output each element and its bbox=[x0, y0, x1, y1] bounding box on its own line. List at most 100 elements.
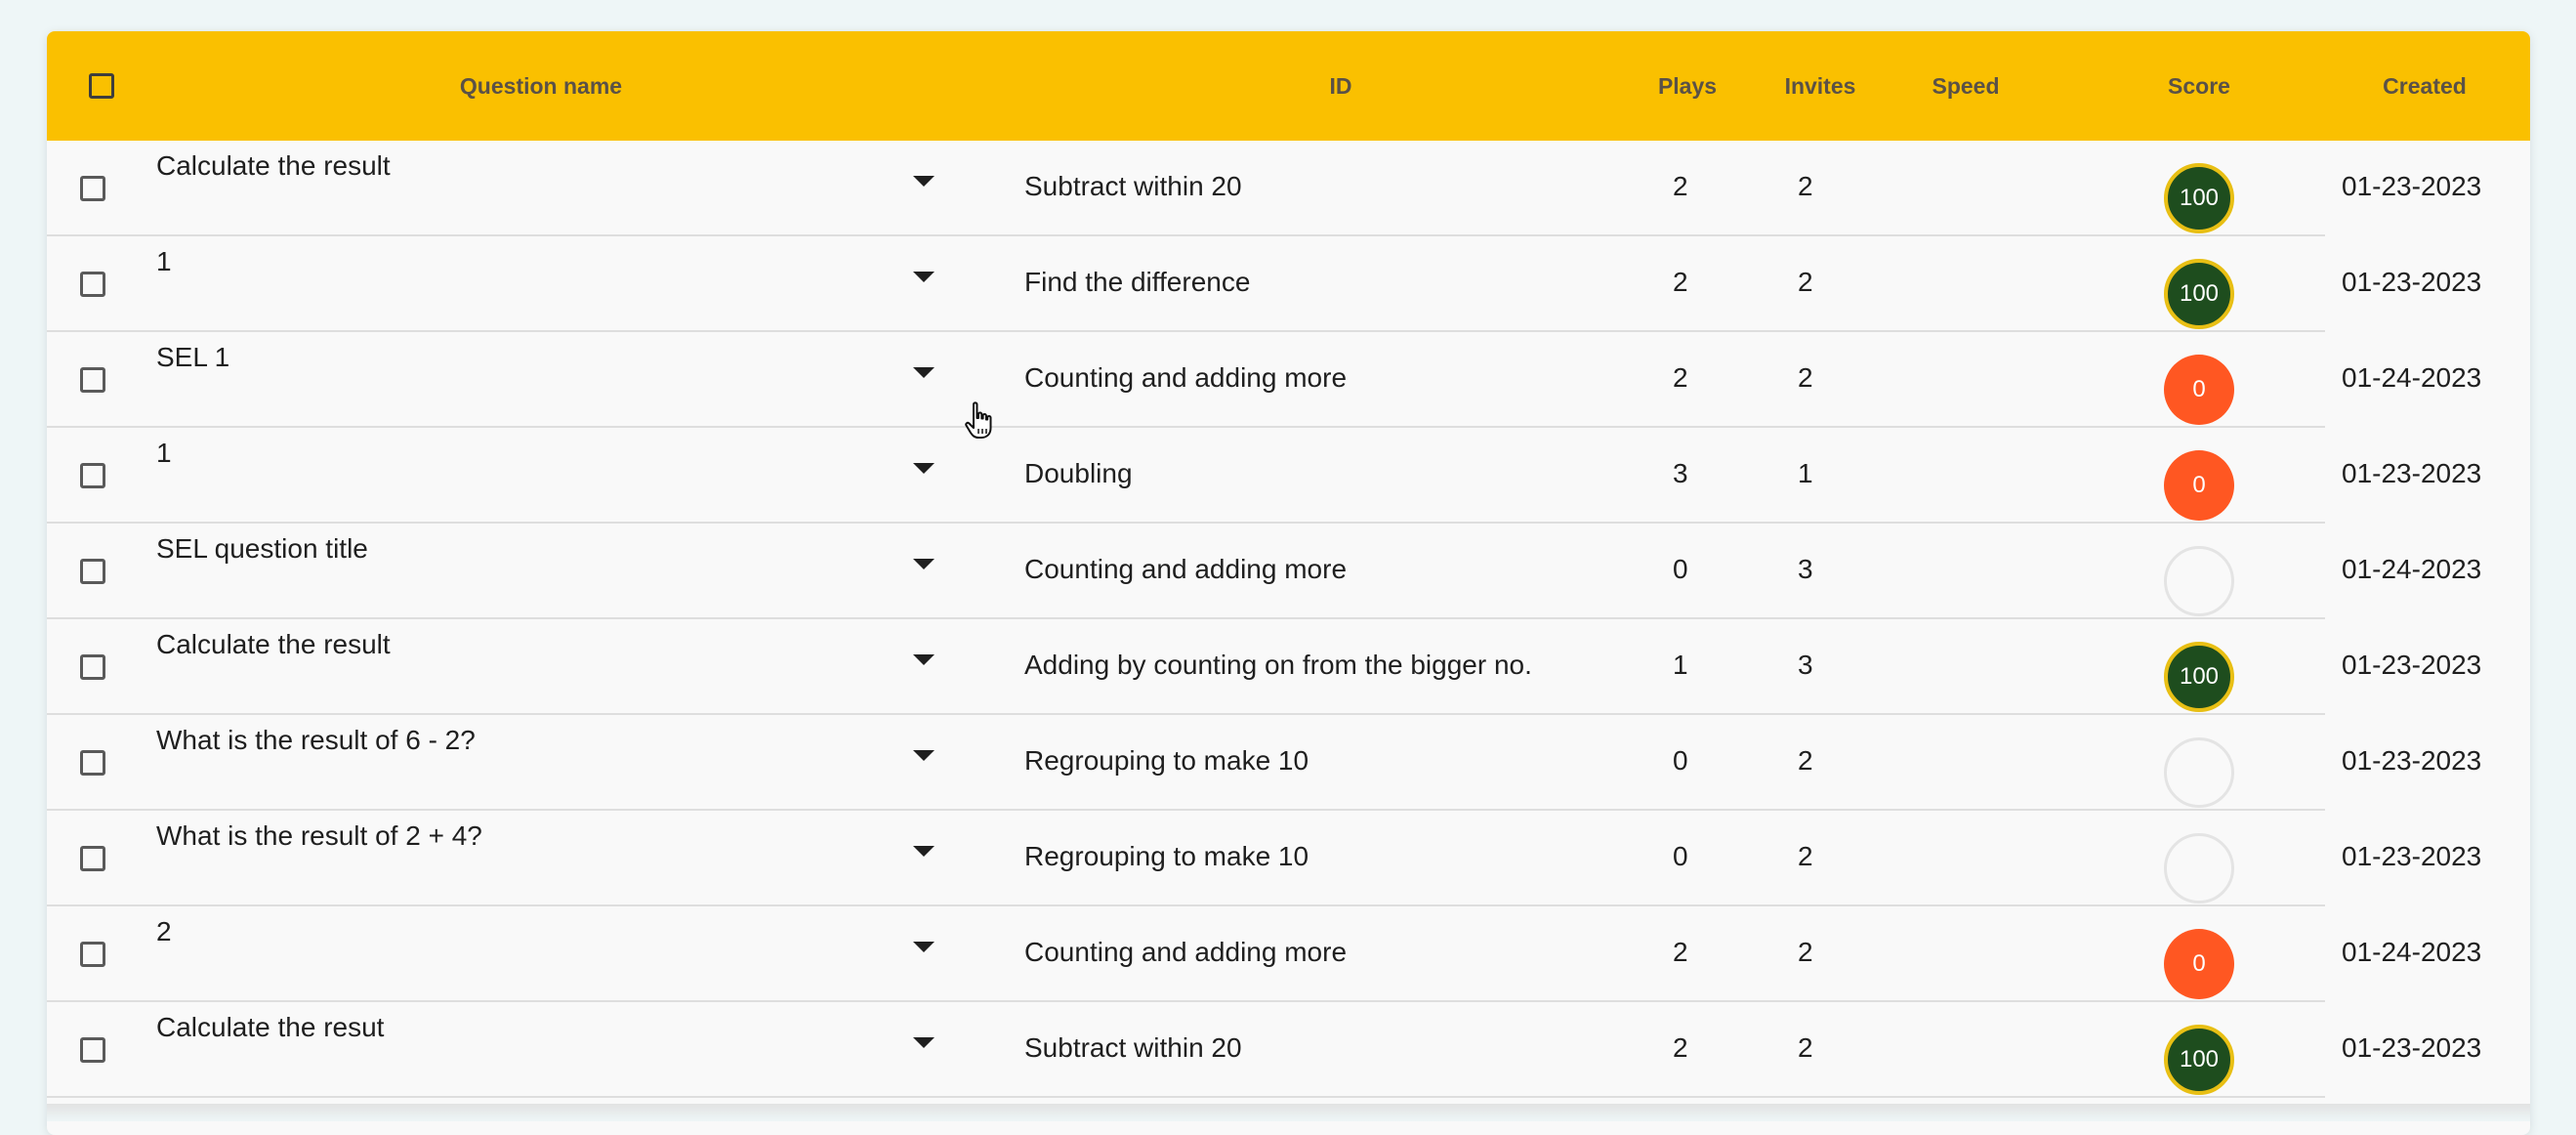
row-checkbox[interactable] bbox=[80, 463, 105, 488]
invites-count: 2 bbox=[1798, 362, 1813, 393]
row-checkbox[interactable] bbox=[80, 559, 105, 584]
caret-down-icon[interactable] bbox=[913, 654, 935, 665]
score-badge: 100 bbox=[2164, 259, 2234, 329]
table-row[interactable]: SEL question title Counting and adding m… bbox=[47, 524, 2530, 619]
created-date: 01-24-2023 bbox=[2342, 937, 2482, 967]
question-name: 2 bbox=[156, 916, 172, 946]
plays-count: 2 bbox=[1673, 362, 1688, 393]
score-badge: 0 bbox=[2164, 929, 2234, 999]
caret-down-icon[interactable] bbox=[913, 463, 935, 474]
plays-count: 0 bbox=[1673, 841, 1688, 871]
table-row[interactable]: 1 Doubling 3 1 0 01-23-2023 bbox=[47, 428, 2530, 524]
header-question-name[interactable]: Question name bbox=[156, 31, 926, 141]
question-id: Counting and adding more bbox=[1024, 362, 1348, 393]
question-name: Calculate the result bbox=[156, 150, 391, 181]
created-date: 01-23-2023 bbox=[2342, 267, 2482, 297]
score-badge: 0 bbox=[2164, 355, 2234, 425]
invites-count: 2 bbox=[1798, 171, 1813, 201]
table-row[interactable]: 1 Find the difference 2 2 100 01-23-2023 bbox=[47, 236, 2530, 332]
plays-count: 1 bbox=[1673, 650, 1688, 680]
table-row[interactable]: What is the result of 2 + 4? Regrouping … bbox=[47, 811, 2530, 906]
header-invites[interactable]: Invites bbox=[1766, 31, 1875, 141]
invites-count: 2 bbox=[1798, 841, 1813, 871]
caret-down-icon[interactable] bbox=[913, 1037, 935, 1048]
table-row[interactable]: Calculate the result Subtract within 20 … bbox=[47, 141, 2530, 236]
select-all-checkbox[interactable] bbox=[89, 73, 114, 99]
plays-count: 0 bbox=[1673, 554, 1688, 584]
score-badge: 100 bbox=[2164, 642, 2234, 712]
caret-down-icon[interactable] bbox=[913, 559, 935, 569]
created-date: 01-23-2023 bbox=[2342, 841, 2482, 871]
table-row[interactable]: Calculate the resut Subtract within 20 2… bbox=[47, 1002, 2530, 1098]
row-checkbox[interactable] bbox=[80, 942, 105, 967]
row-checkbox[interactable] bbox=[80, 750, 105, 776]
created-date: 01-24-2023 bbox=[2342, 554, 2482, 584]
question-id: Find the difference bbox=[1024, 267, 1251, 297]
score-badge bbox=[2164, 546, 2234, 616]
header-created[interactable]: Created bbox=[2371, 31, 2478, 141]
row-checkbox[interactable] bbox=[80, 176, 105, 201]
question-id: Regrouping to make 10 bbox=[1024, 841, 1309, 871]
question-id: Adding by counting on from the bigger no… bbox=[1024, 650, 1532, 680]
question-id: Regrouping to make 10 bbox=[1024, 745, 1309, 776]
score-badge: 100 bbox=[2164, 1025, 2234, 1095]
invites-count: 1 bbox=[1798, 458, 1813, 488]
table-row[interactable]: What is the result of 6 - 2? Regrouping … bbox=[47, 715, 2530, 811]
table-row[interactable]: 2 Counting and adding more 2 2 0 01-24-2… bbox=[47, 906, 2530, 1002]
question-name: Calculate the result bbox=[156, 629, 391, 659]
row-checkbox[interactable] bbox=[80, 654, 105, 680]
plays-count: 3 bbox=[1673, 458, 1688, 488]
row-divider bbox=[47, 1096, 2325, 1098]
caret-down-icon[interactable] bbox=[913, 367, 935, 378]
plays-count: 2 bbox=[1673, 267, 1688, 297]
row-checkbox[interactable] bbox=[80, 846, 105, 871]
header-plays[interactable]: Plays bbox=[1648, 31, 1726, 141]
question-name: 1 bbox=[156, 438, 172, 468]
table-header: Question name ID Plays Invites Speed Sco… bbox=[47, 31, 2530, 141]
question-name: What is the result of 6 - 2? bbox=[156, 725, 476, 755]
score-badge bbox=[2164, 737, 2234, 808]
row-checkbox[interactable] bbox=[80, 367, 105, 393]
created-date: 01-24-2023 bbox=[2342, 362, 2482, 393]
score-badge bbox=[2164, 833, 2234, 904]
row-checkbox[interactable] bbox=[80, 272, 105, 297]
plays-count: 2 bbox=[1673, 171, 1688, 201]
invites-count: 2 bbox=[1798, 267, 1813, 297]
created-date: 01-23-2023 bbox=[2342, 650, 2482, 680]
invites-count: 2 bbox=[1798, 937, 1813, 967]
hand-pointer-cursor-icon bbox=[965, 401, 992, 439]
invites-count: 3 bbox=[1798, 650, 1813, 680]
row-checkbox[interactable] bbox=[80, 1037, 105, 1063]
question-id: Subtract within 20 bbox=[1024, 171, 1242, 201]
question-name: Calculate the resut bbox=[156, 1012, 385, 1042]
score-badge: 0 bbox=[2164, 450, 2234, 521]
question-id: Subtract within 20 bbox=[1024, 1032, 1242, 1063]
caret-down-icon[interactable] bbox=[913, 176, 935, 187]
created-date: 01-23-2023 bbox=[2342, 1032, 2482, 1063]
caret-down-icon[interactable] bbox=[913, 846, 935, 857]
caret-down-icon[interactable] bbox=[913, 750, 935, 761]
header-speed[interactable]: Speed bbox=[1912, 31, 2019, 141]
question-id: Counting and adding more bbox=[1024, 937, 1348, 967]
card-bottom-shadow bbox=[47, 1104, 2530, 1121]
plays-count: 2 bbox=[1673, 1032, 1688, 1063]
table-row[interactable]: SEL 1 Counting and adding more 2 2 0 01-… bbox=[47, 332, 2530, 428]
table-row[interactable]: Calculate the result Adding by counting … bbox=[47, 619, 2530, 715]
question-id: Counting and adding more bbox=[1024, 554, 1348, 584]
created-date: 01-23-2023 bbox=[2342, 745, 2482, 776]
created-date: 01-23-2023 bbox=[2342, 458, 2482, 488]
caret-down-icon[interactable] bbox=[913, 942, 935, 952]
caret-down-icon[interactable] bbox=[913, 272, 935, 282]
score-badge: 100 bbox=[2164, 163, 2234, 233]
question-id: Doubling bbox=[1024, 458, 1133, 488]
invites-count: 2 bbox=[1798, 1032, 1813, 1063]
question-name: 1 bbox=[156, 246, 172, 276]
created-date: 01-23-2023 bbox=[2342, 171, 2482, 201]
select-all-cell bbox=[47, 31, 156, 141]
table-body: Calculate the result Subtract within 20 … bbox=[47, 141, 2530, 1098]
questions-table: Question name ID Plays Invites Speed Sco… bbox=[47, 31, 2530, 1135]
header-id[interactable]: ID bbox=[975, 31, 1707, 141]
invites-count: 2 bbox=[1798, 745, 1813, 776]
question-name: SEL 1 bbox=[156, 342, 230, 372]
header-score[interactable]: Score bbox=[2150, 31, 2248, 141]
